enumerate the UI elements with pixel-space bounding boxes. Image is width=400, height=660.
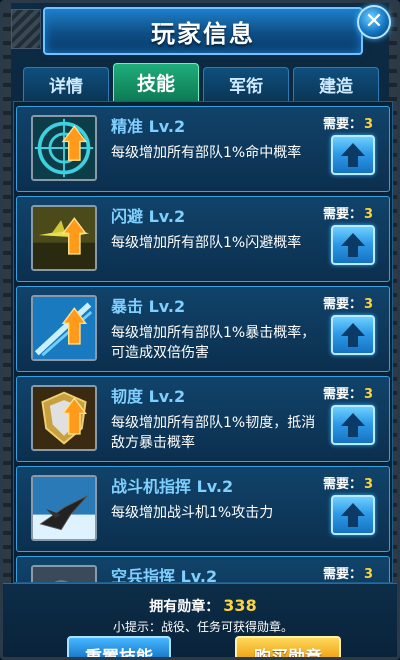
close-icon: ✕ [364, 9, 384, 34]
tab-skills[interactable]: 技能 [113, 63, 199, 101]
upgrade-button[interactable] [331, 315, 375, 355]
dodge-icon [31, 205, 97, 271]
buy-medals-button[interactable]: 购买勋章 [235, 636, 341, 657]
window-title: 玩家信息 [151, 19, 255, 48]
critical-icon [31, 295, 97, 361]
tab-rank[interactable]: 军衔 [203, 67, 289, 101]
reset-skills-button[interactable]: 重置技能 [67, 636, 171, 657]
skill-description: 每级增加所有部队1%命中概率 [111, 145, 302, 161]
airborne-icon [31, 565, 97, 582]
skill-description: 每级增加所有部队1%暴击概率，可造成双倍伤害 [111, 325, 316, 361]
skill-row-dodge: 闪避 Lv.2 每级增加所有部队1%闪避概率 需要： 3 [16, 196, 390, 282]
corner-decoration [11, 9, 41, 49]
skill-row-airborne-command: 空兵指挥 Lv.2 需要： 3 [16, 556, 390, 583]
skill-description: 每级增加所有部队1%韧度，抵消敌方暴击概率 [111, 415, 316, 451]
need-label: 需要： 3 [322, 477, 373, 492]
arrow-up-icon [341, 413, 365, 437]
skill-name: 韧度 Lv.2 [111, 387, 186, 406]
need-value: 3 [363, 477, 373, 492]
need-value: 3 [363, 207, 373, 222]
arrow-up-icon [341, 323, 365, 347]
medals-label: 拥有勋章： [149, 599, 220, 615]
skill-row-critical: 暴击 Lv.2 每级增加所有部队1%暴击概率，可造成双倍伤害 需要： 3 [16, 286, 390, 372]
tip-text: 小提示：战役、任务可获得勋章。 [112, 620, 293, 634]
close-button[interactable]: ✕ [357, 5, 391, 39]
need-value: 3 [363, 297, 373, 312]
arrow-up-icon [341, 503, 365, 527]
skill-row-fighter-command: 战斗机指挥 Lv.2 每级增加战斗机1%攻击力 需要： 3 [16, 466, 390, 552]
upgrade-button[interactable] [331, 495, 375, 535]
skill-description: 每级增加战斗机1%攻击力 [111, 505, 274, 521]
fighter-jet-icon [31, 475, 97, 541]
need-label: 需要： 3 [322, 117, 373, 132]
upgrade-button[interactable] [331, 405, 375, 445]
skill-name: 空兵指挥 Lv.2 [111, 567, 218, 583]
skill-name: 精准 Lv.2 [111, 117, 186, 136]
shield-icon [31, 385, 97, 451]
player-info-window: 玩家信息 ✕ 详情 技能 军衔 建造 精准 Lv.2 每级增加所有部队1%命中概… [0, 0, 400, 660]
need-label: 需要： 3 [322, 207, 373, 222]
skill-name: 暴击 Lv.2 [111, 297, 186, 316]
need-value: 3 [363, 117, 373, 132]
need-label: 需要： 3 [322, 387, 373, 402]
tab-bar: 详情 技能 军衔 建造 [23, 63, 379, 101]
tab-build[interactable]: 建造 [293, 67, 379, 101]
target-icon [31, 115, 97, 181]
skill-list[interactable]: 精准 Lv.2 每级增加所有部队1%命中概率 需要： 3 闪避 Lv.2 每级增加… [13, 101, 393, 583]
need-value: 3 [363, 387, 373, 402]
left-frame-rail [3, 3, 11, 657]
title-bar: 玩家信息 [43, 7, 363, 55]
footer-panel: 拥有勋章： 338 小提示：战役、任务可获得勋章。 重置技能 购买勋章 [3, 583, 397, 657]
need-value: 3 [363, 567, 373, 582]
skill-description: 每级增加所有部队1%闪避概率 [111, 235, 302, 251]
arrow-up-icon [341, 143, 365, 167]
need-label: 需要： 3 [322, 297, 373, 312]
skill-row-toughness: 韧度 Lv.2 每级增加所有部队1%韧度，抵消敌方暴击概率 需要： 3 [16, 376, 390, 462]
upgrade-button[interactable] [331, 135, 375, 175]
medals-count: 拥有勋章： 338 [3, 596, 397, 616]
skill-name: 闪避 Lv.2 [111, 207, 186, 226]
upgrade-button[interactable] [331, 225, 375, 265]
skill-row-accuracy: 精准 Lv.2 每级增加所有部队1%命中概率 需要： 3 [16, 106, 390, 192]
need-label: 需要： 3 [322, 567, 373, 582]
medals-value: 338 [223, 596, 257, 615]
tab-details[interactable]: 详情 [23, 67, 109, 101]
skill-name: 战斗机指挥 Lv.2 [111, 477, 234, 496]
arrow-up-icon [341, 233, 365, 257]
